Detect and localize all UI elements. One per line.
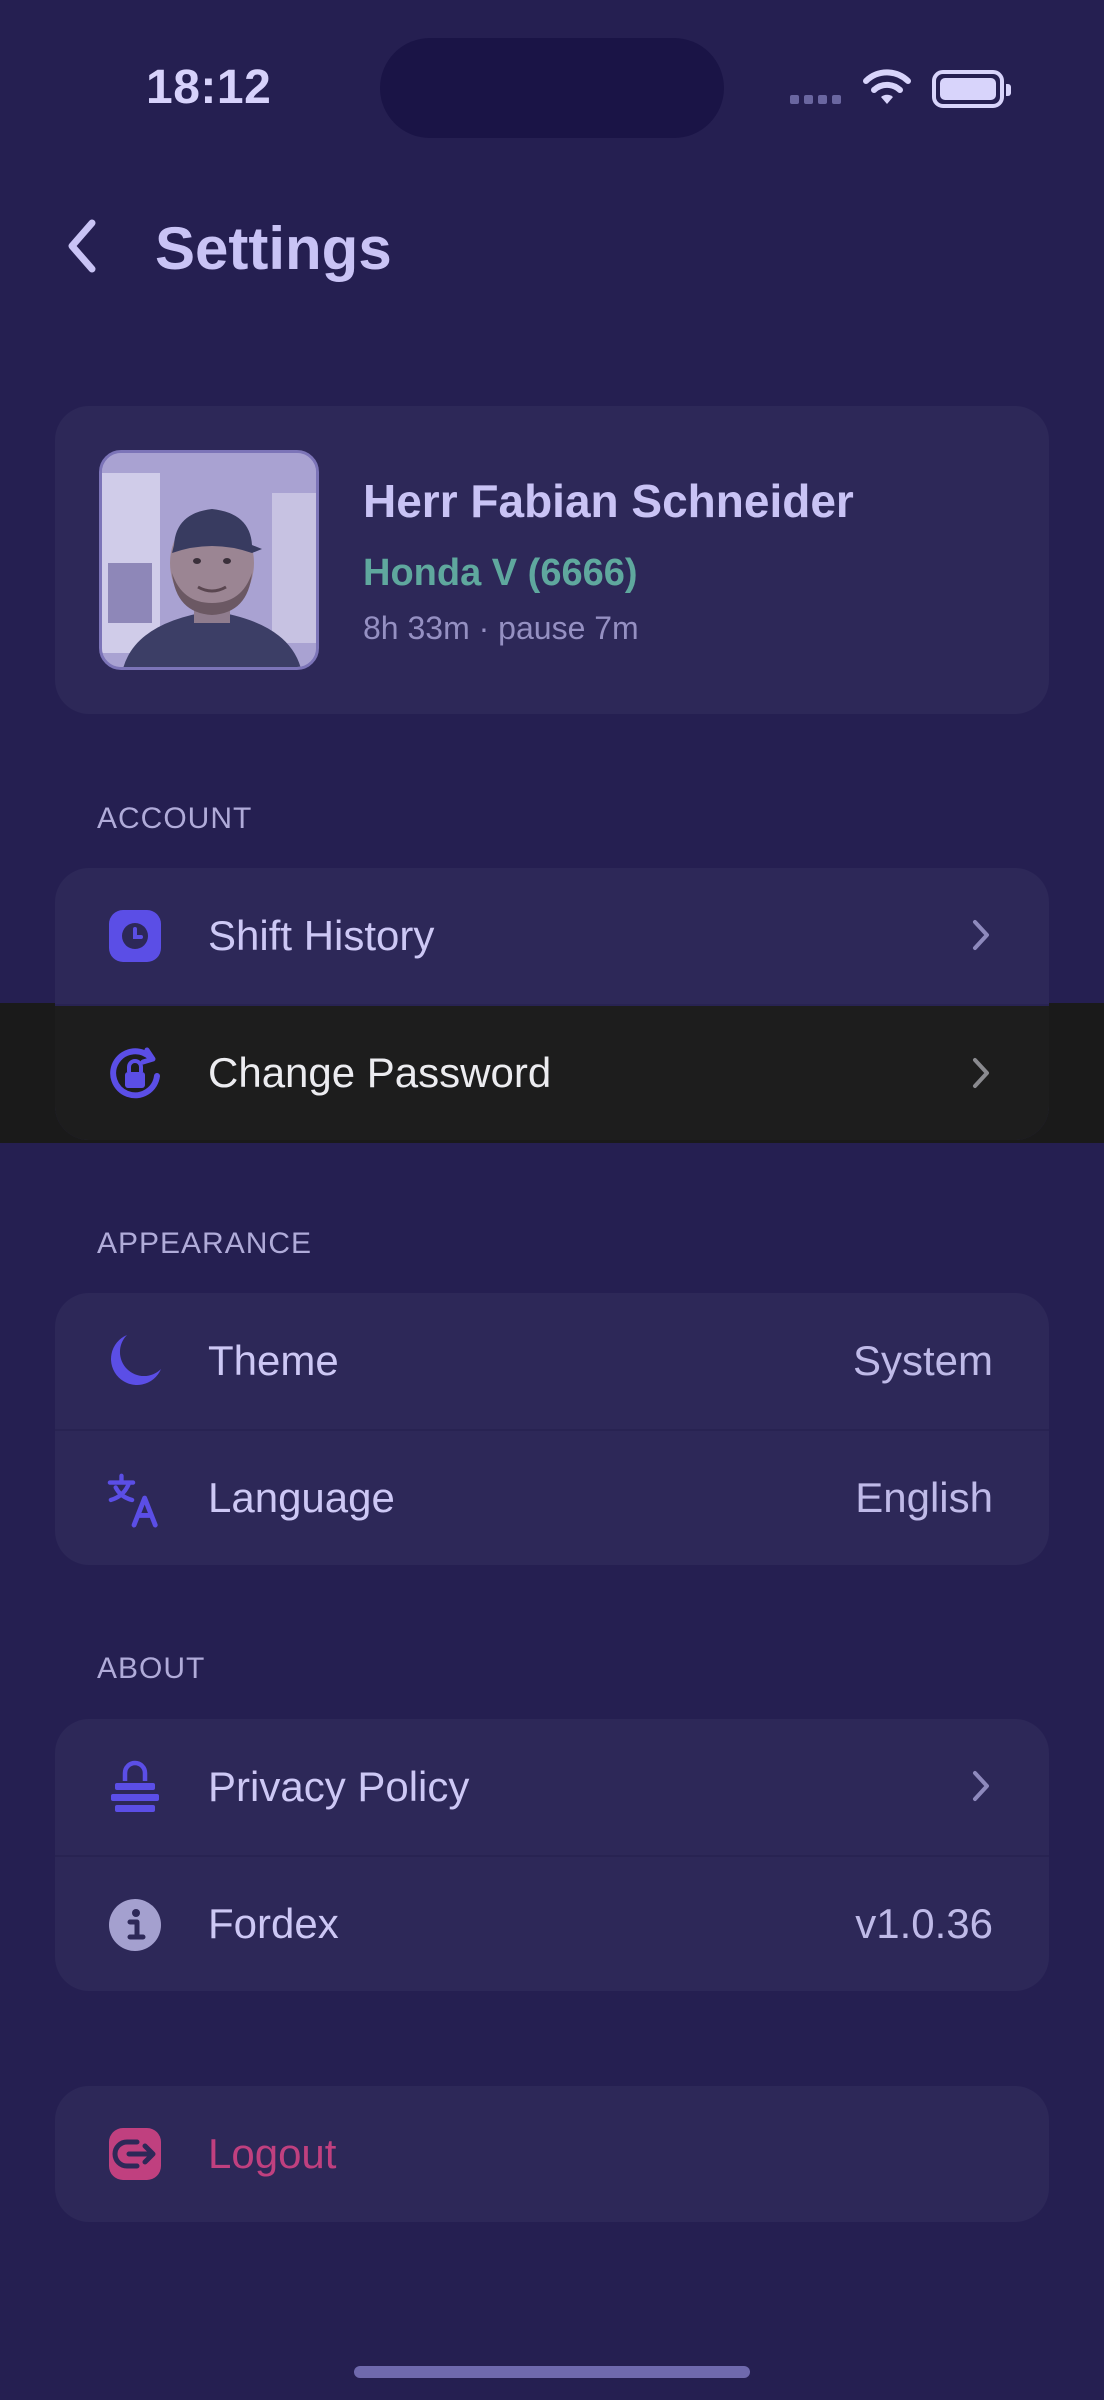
page-title: Settings [155, 215, 392, 282]
translate-icon [107, 1471, 163, 1528]
chevron-right-icon [971, 1056, 991, 1095]
section-label-appearance: APPEARANCE [97, 1227, 313, 1260]
language-label: Language [208, 1474, 395, 1521]
wifi-icon [862, 68, 912, 113]
theme-label: Theme [208, 1337, 339, 1384]
privacy-policy-row[interactable]: Privacy Policy [55, 1719, 1049, 1855]
lock-reset-icon [107, 1046, 163, 1102]
battery-icon [932, 70, 1011, 108]
avatar [99, 450, 319, 670]
privacy-policy-label: Privacy Policy [208, 1763, 470, 1810]
section-label-account: ACCOUNT [97, 802, 253, 835]
vehicle-label: Honda V (6666) [363, 552, 638, 594]
profile-card[interactable]: Herr Fabian Schneider Honda V (6666) 8h … [55, 406, 1049, 714]
shift-time: 8h 33m · pause 7m [363, 610, 639, 646]
app-version-value: v1.0.36 [855, 1900, 993, 1947]
cellular-signal-icon [790, 95, 841, 104]
chevron-right-icon [971, 918, 991, 957]
shift-history-label: Shift History [208, 912, 435, 959]
back-button[interactable] [52, 214, 112, 278]
shift-history-row[interactable]: Shift History [55, 868, 1049, 1004]
logout-card: Logout [55, 2086, 1049, 2222]
section-label-about: ABOUT [97, 1652, 206, 1685]
dynamic-island [380, 38, 724, 138]
language-row[interactable]: Language English [55, 1429, 1049, 1565]
theme-value: System [852, 1337, 993, 1384]
chevron-left-icon [68, 219, 96, 273]
change-password-label: Change Password [208, 1049, 552, 1096]
home-indicator[interactable] [354, 2366, 750, 2378]
moon-icon [107, 1333, 163, 1389]
app-name-label: Fordex [208, 1900, 339, 1947]
privacy-icon [107, 1759, 163, 1815]
app-version-row: Fordex v1.0.36 [55, 1855, 1049, 1991]
status-bar: 18:12 [0, 0, 1104, 180]
change-password-row[interactable]: Change Password [55, 1004, 1049, 1140]
logout-label: Logout [208, 2130, 337, 2177]
theme-row[interactable]: Theme System [55, 1293, 1049, 1429]
info-icon [107, 1897, 163, 1953]
account-card: Shift History Change Password [55, 868, 1049, 1140]
driver-name: Herr Fabian Schneider [363, 475, 854, 527]
status-time: 18:12 [146, 61, 272, 114]
logout-icon [107, 2126, 163, 2182]
appearance-card: Theme System Language English [55, 1293, 1049, 1565]
clock-icon [107, 908, 163, 964]
language-value: English [855, 1474, 993, 1521]
logout-button[interactable]: Logout [55, 2086, 1049, 2222]
chevron-right-icon [971, 1769, 991, 1808]
about-card: Privacy Policy Fordex v1.0.36 [55, 1719, 1049, 1991]
header: Settings [0, 200, 1104, 292]
